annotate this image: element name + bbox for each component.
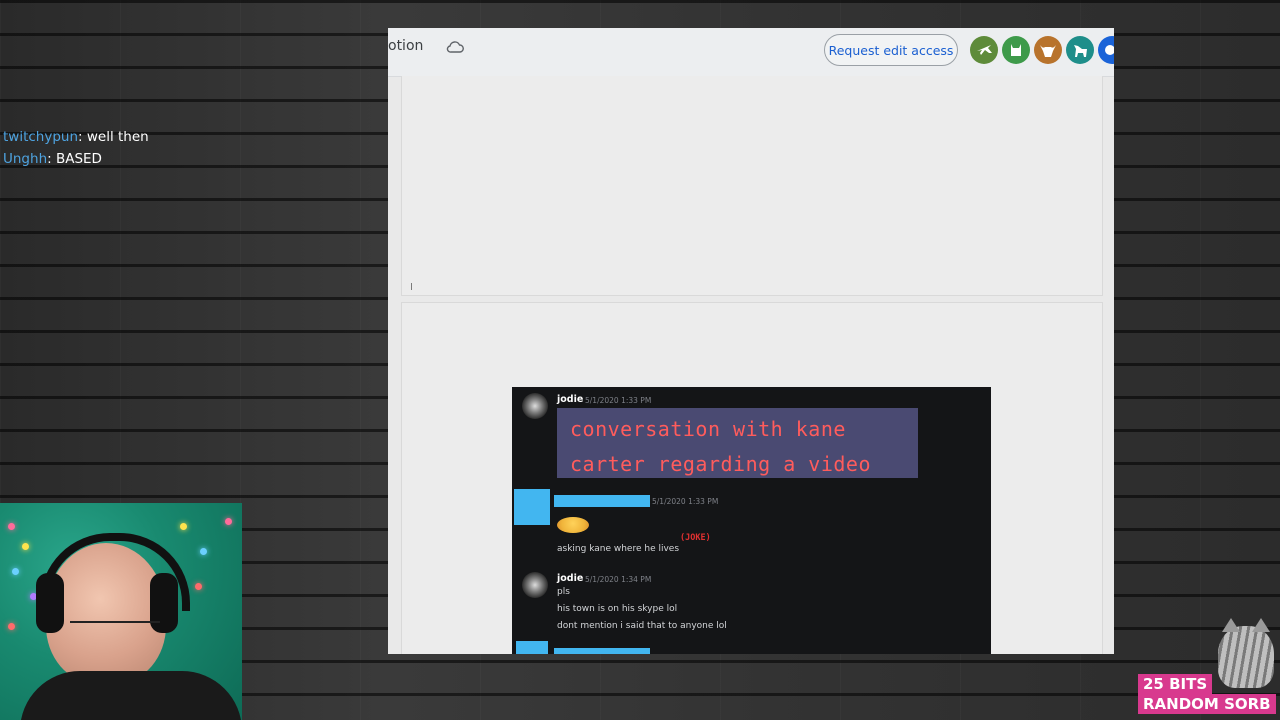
string-light: [180, 523, 187, 530]
cat-avatar-icon[interactable]: [1002, 36, 1030, 64]
bits-amount: 25 BITS: [1138, 674, 1213, 694]
doc-page[interactable]: [401, 76, 1103, 296]
chat-username: Unghh: [3, 151, 48, 167]
chat-message: Unghh: BASED: [3, 148, 149, 170]
request-edit-access-button[interactable]: Request edit access: [824, 34, 958, 66]
dog-avatar-icon[interactable]: [1066, 36, 1094, 64]
message-timestamp: 5/1/2020 1:33 PM: [585, 396, 652, 405]
chat-text: : BASED: [47, 151, 102, 167]
redacted-username: [554, 495, 650, 507]
message-text: pls: [557, 587, 570, 597]
text-cursor-icon: I: [410, 282, 413, 293]
plane-avatar-icon[interactable]: [970, 36, 998, 64]
message-text: asking kane where he lives: [557, 544, 680, 554]
stream-chat: twitchypun: well then Unghh: BASED: [3, 126, 149, 170]
cat-ear: [1252, 618, 1270, 632]
joke-label: (JOKE): [680, 533, 711, 543]
message-timestamp: 5/1/2020 1:34 PM: [585, 575, 652, 584]
user-avatar: [522, 572, 548, 598]
streamer-face: [46, 543, 166, 683]
message-text: dont mention i said that to anyone lol: [557, 621, 727, 631]
chat-text: : well then: [78, 129, 149, 145]
message-username: jodie: [557, 573, 584, 584]
banner-text: conversation with kane carter regarding …: [570, 417, 871, 476]
string-light: [225, 518, 232, 525]
doc-toolbar: otion Request edit access: [388, 28, 1114, 77]
message-text: his town is on his skype lol: [557, 604, 678, 614]
bits-alert: 25 BITS RANDOM SORB: [1138, 674, 1276, 714]
string-light: [8, 623, 15, 630]
user-avatar: [522, 393, 548, 419]
string-light: [22, 543, 29, 550]
cloud-saved-icon[interactable]: [446, 40, 464, 54]
string-light: [8, 523, 15, 530]
doc-title[interactable]: otion: [388, 38, 423, 54]
redacted-avatar: [514, 489, 550, 525]
bits-donor: RANDOM SORB: [1138, 694, 1276, 714]
string-light: [200, 548, 207, 555]
message-timestamp: 5/1/2020 1:33 PM: [652, 497, 719, 506]
redacted-avatar: [516, 641, 548, 654]
chat-username: twitchypun: [3, 129, 79, 145]
title-banner: conversation with kane carter regarding …: [557, 408, 918, 478]
glasses: [70, 621, 160, 643]
cat-ear: [1222, 618, 1240, 632]
headphone-cup: [36, 573, 64, 633]
embedded-screenshot: jodie 5/1/2020 1:33 PM conversation with…: [512, 387, 991, 654]
shirt: [20, 671, 242, 720]
flushed-emoji-icon: [557, 517, 589, 533]
webcam-feed: [0, 503, 242, 720]
redacted-username: [554, 648, 650, 654]
chat-message: twitchypun: well then: [3, 126, 149, 148]
string-light: [195, 583, 202, 590]
message-username: jodie: [557, 394, 584, 405]
document-window: otion Request edit access I jodie 5/1/20…: [388, 28, 1114, 654]
string-light: [12, 568, 19, 575]
bull-avatar-icon[interactable]: [1034, 36, 1062, 64]
animal-avatar-icon[interactable]: [1098, 36, 1114, 64]
